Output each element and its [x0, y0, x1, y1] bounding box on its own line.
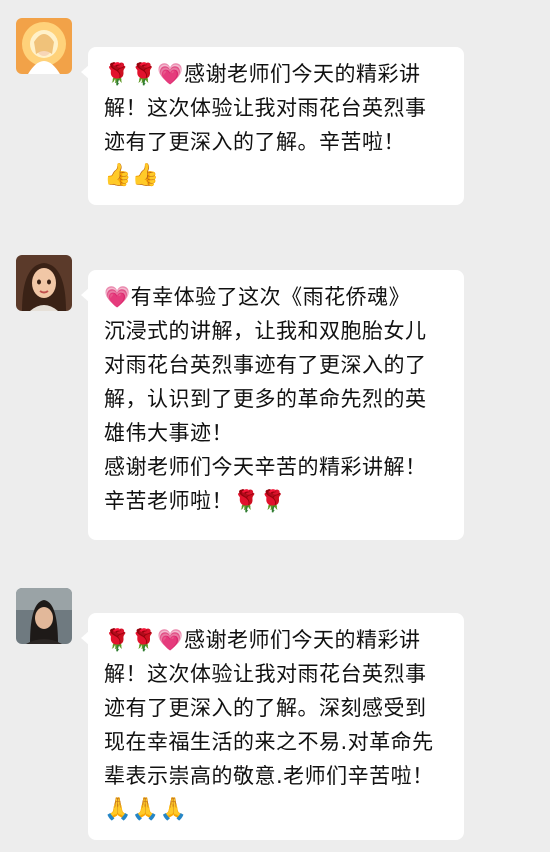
avatar[interactable] [16, 255, 72, 311]
message-line: 感谢老师们今天辛苦的精彩讲解！ [104, 455, 427, 479]
message-line: 解，认识到了更多的革命先烈的英 [104, 387, 427, 411]
message-line: 对雨花台英烈事迹有了更深入的了 [104, 353, 427, 377]
message-bubble[interactable]: 🌹🌹💗感谢老师们今天的精彩讲 解！这次体验让我对雨花台英烈事 迹有了更深入的了解… [81, 613, 464, 840]
avatar-photo-woman-icon [16, 588, 72, 644]
message-line: 辈表示崇高的敬意.老师们辛苦啦！ [104, 764, 434, 788]
message-line: 👍👍 [104, 163, 160, 188]
message-bubble[interactable]: 🌹🌹💗感谢老师们今天的精彩讲 解！这次体验让我对雨花台英烈事 迹有了更深入的了解… [81, 47, 464, 205]
message-line: 迹有了更深入的了解。辛苦啦！ [104, 130, 405, 154]
message-line: 解！这次体验让我对雨花台英烈事 [104, 96, 427, 120]
message-bubble[interactable]: 💗有幸体验了这次《雨花侨魂》 沉浸式的讲解，让我和双胞胎女儿 对雨花台英烈事迹有… [81, 270, 464, 540]
message-line: 雄伟大事迹！ [104, 421, 233, 445]
avatar-cartoon-girl-icon [16, 255, 72, 311]
message-line: 现在幸福生活的来之不易.对革命先 [104, 730, 434, 754]
avatar[interactable] [16, 18, 72, 74]
avatar-sun-girl-icon [16, 18, 72, 74]
message-line: 沉浸式的讲解，让我和双胞胎女儿 [104, 319, 427, 343]
message-line: 🌹🌹💗感谢老师们今天的精彩讲 [104, 628, 421, 652]
message-line: 🌹🌹💗感谢老师们今天的精彩讲 [104, 62, 421, 86]
message-line: 解！这次体验让我对雨花台英烈事 [104, 662, 427, 686]
avatar[interactable] [16, 588, 72, 644]
message-line: 辛苦老师啦！🌹🌹 [104, 489, 287, 513]
message-line: 💗有幸体验了这次《雨花侨魂》 [104, 285, 411, 309]
message-line: 🙏🙏🙏 [104, 797, 188, 822]
message-line: 迹有了更深入的了解。深刻感受到 [104, 696, 427, 720]
